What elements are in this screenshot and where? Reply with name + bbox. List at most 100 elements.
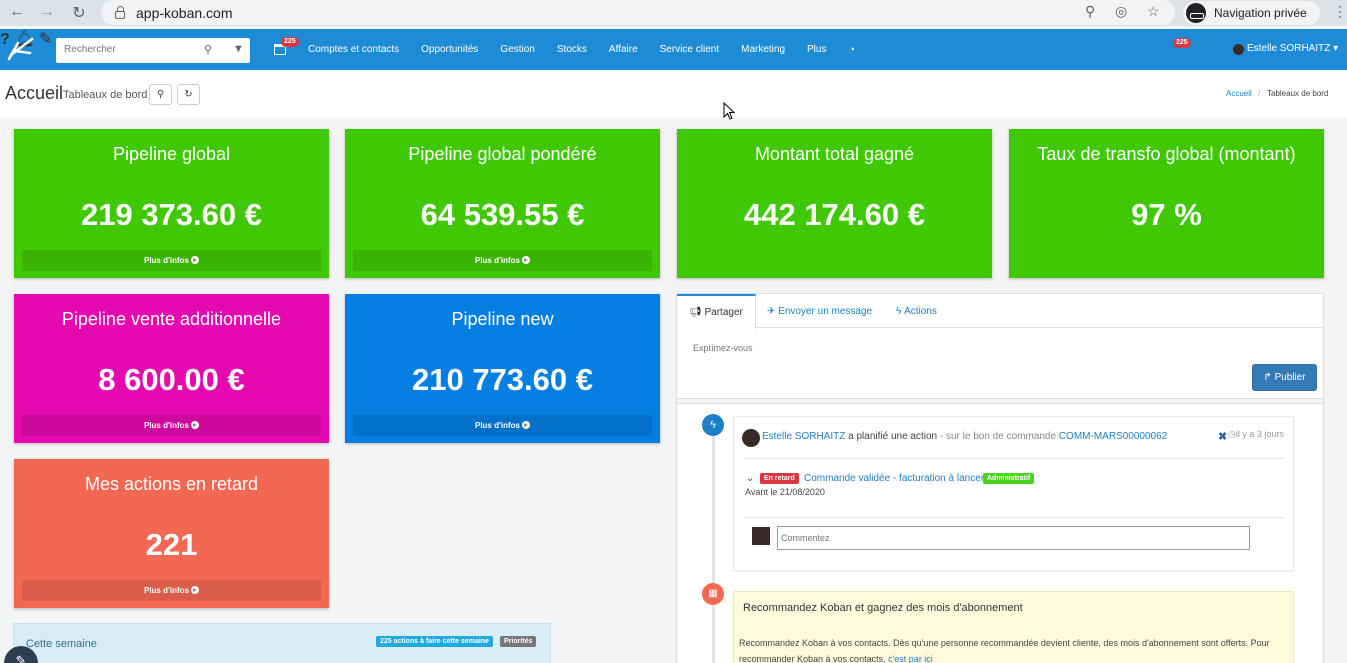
kpi-pipeline-global: Pipeline global 219 373.60 € Plus d'info… (14, 129, 329, 278)
kpi-pipeline-new: Pipeline new 210 773.60 € Plus d'infos (345, 294, 660, 443)
order-link[interactable]: COMM-MARS00000062 (1059, 431, 1167, 442)
breadcrumb-home[interactable]: Accueil (1226, 89, 1252, 98)
kpi-more-label: Plus d'infos (143, 256, 189, 265)
chevron-down-icon[interactable]: ⌄ (746, 473, 754, 484)
due-date: Avant le 21/08/2020 (745, 487, 825, 497)
kpi-more-link[interactable]: Plus d'infos (22, 580, 321, 601)
kpi-value: 210 773.60 € (411, 362, 593, 397)
arrow-circle-right-icon (191, 421, 199, 429)
menu-item-opportunites[interactable]: Opportunités (421, 44, 478, 55)
author-link[interactable]: Estelle SORHAITZ (762, 431, 845, 442)
url-text: app-koban.com (136, 4, 233, 21)
commenter-avatar (752, 527, 770, 545)
filter-icon[interactable]: ▼ (233, 43, 244, 55)
koban-logo-icon[interactable] (6, 35, 36, 61)
menu-item-plus[interactable]: Plus (807, 44, 826, 55)
menu-item-gestion[interactable]: Gestion (500, 44, 534, 55)
divider (744, 458, 1284, 459)
post-input[interactable] (693, 343, 993, 353)
tab-actions[interactable]: ϟ Actions (884, 294, 949, 328)
dashboard-icon[interactable]: ◔ (848, 44, 855, 56)
kpi-more-label: Plus d'infos (143, 586, 189, 595)
private-mode-pill[interactable]: Navigation privée (1183, 1, 1320, 25)
kpi-title: Pipeline new (451, 309, 554, 329)
tab-envoyer-message[interactable]: ✈ Envoyer un message (755, 294, 884, 328)
search-input[interactable] (64, 44, 194, 55)
notification-badge: 225 (1173, 38, 1191, 48)
browser-menu-icon[interactable]: ⋮ (1333, 3, 1347, 20)
admin-badge: Administratif (983, 473, 1035, 484)
kpi-value: 442 174.60 € (743, 197, 925, 232)
tab-partager[interactable]: 📢︎ Partager (677, 294, 756, 329)
user-menu[interactable]: Estelle SORHAITZ ▾ (1247, 43, 1338, 54)
user-avatar[interactable] (1233, 44, 1244, 55)
zoom-icon[interactable]: ⚲ (1085, 3, 1095, 20)
lock-icon (115, 5, 125, 19)
forward-arrow-icon[interactable]: → (32, 3, 62, 21)
calendar-icon: ▦ (702, 583, 724, 605)
post-verb: a planifié une action (845, 431, 938, 442)
breadcrumb-current: Tableaux de bord (1267, 89, 1329, 98)
kpi-more-link[interactable]: Plus d'infos (22, 250, 321, 271)
arrow-circle-right-icon (522, 421, 530, 429)
reload-icon[interactable]: ↻ (64, 3, 94, 23)
page-header: Accueil Tableaux de bord ⚲ ↻ Accueil / T… (0, 70, 1347, 118)
post-header: Estelle SORHAITZ a planifié une action -… (762, 431, 1167, 442)
kpi-montant-gagne: Montant total gagné 442 174.60 € (677, 129, 992, 278)
divider (744, 517, 1284, 518)
eye-off-icon[interactable]: ◎ (1115, 3, 1127, 20)
back-arrow-icon[interactable]: ← (2, 3, 32, 21)
paper-plane-icon: ✈ (767, 306, 776, 317)
kpi-more-label: Plus d'infos (474, 421, 520, 430)
address-bar[interactable]: app-koban.com ⚲ ◎ ☆ (101, 0, 1175, 25)
action-link[interactable]: Commande validée - facturation à lancer (804, 473, 984, 484)
search-icon[interactable]: ⚲ (204, 43, 212, 56)
promo-body: Recommandez Koban à vos contacts. Dès qu… (739, 638, 1270, 663)
week-title: Cette semaine (26, 638, 97, 650)
kpi-title: Pipeline global (112, 144, 231, 164)
kpi-value: 219 373.60 € (80, 197, 262, 232)
pin-button[interactable]: ⚲ (149, 84, 172, 105)
breadcrumb-separator: / (1258, 89, 1261, 98)
kpi-more-label: Plus d'infos (474, 256, 520, 265)
timeline-item-promo: Recommandez Koban et gagnez des mois d'a… (733, 591, 1294, 663)
kpi-more-link[interactable]: Plus d'infos (353, 415, 652, 436)
browser-chrome: ← → ↻ app-koban.com ⚲ ◎ ☆ Navigation pri… (0, 0, 1347, 26)
close-icon[interactable]: ✖ (1218, 430, 1227, 443)
menu-item-affaire[interactable]: Affaire (609, 44, 638, 55)
post-context: - sur le bon de commande (937, 431, 1059, 442)
timeline-item: Estelle SORHAITZ a planifié une action -… (733, 416, 1294, 571)
kpi-taux-transfo: Taux de transfo global (montant) 97 % (1009, 129, 1324, 278)
kpi-more-link[interactable]: Plus d'infos (353, 250, 652, 271)
panel-separator (677, 398, 1323, 404)
kpi-pipeline-pondere: Pipeline global pondéré 64 539.55 € Plus… (345, 129, 660, 278)
refresh-button[interactable]: ↻ (177, 84, 200, 105)
star-icon[interactable]: ☆ (1147, 3, 1160, 20)
menu-item-marketing[interactable]: Marketing (741, 44, 785, 55)
search-box: ⚲ ▼ (56, 38, 250, 63)
priorities-badge[interactable]: Priorités (500, 636, 537, 647)
activity-tabs: 📢︎ Partager ✈ Envoyer un message ϟ Actio… (677, 294, 1323, 329)
week-actions-badge[interactable]: 225 actions à faire cette semaine (376, 636, 493, 647)
menu-item-comptes[interactable]: Comptes et contacts (308, 44, 399, 55)
tab-label: Actions (904, 306, 937, 317)
kpi-more-link[interactable]: Plus d'infos (22, 415, 321, 436)
share-icon: ↱ (1263, 372, 1272, 383)
kpi-value: 97 % (1131, 197, 1202, 232)
kpi-more-label: Plus d'infos (143, 421, 189, 430)
kpi-actions-retard: Mes actions en retard 221 Plus d'infos (14, 459, 329, 608)
timeline-line (712, 414, 715, 663)
menu-item-stocks[interactable]: Stocks (557, 44, 587, 55)
referral-link[interactable]: c'est par ici (888, 654, 933, 663)
week-panel: Cette semaine 225 actions à faire cette … (13, 623, 551, 663)
menu-item-service-client[interactable]: Service client (660, 44, 719, 55)
tab-label: Partager (704, 307, 743, 318)
wrench-icon[interactable]: ✎ (39, 31, 52, 48)
clock-icon: ◷ (1228, 429, 1236, 439)
app-navbar: ⚲ ▼ 225 Comptes et contacts Opportunités… (0, 29, 1347, 70)
calendar-icon[interactable]: 225 (274, 37, 299, 55)
publish-label: Publier (1274, 372, 1306, 383)
publish-button[interactable]: ↱ Publier (1252, 364, 1317, 391)
arrow-circle-right-icon (522, 256, 530, 264)
comment-input[interactable] (777, 526, 1250, 550)
